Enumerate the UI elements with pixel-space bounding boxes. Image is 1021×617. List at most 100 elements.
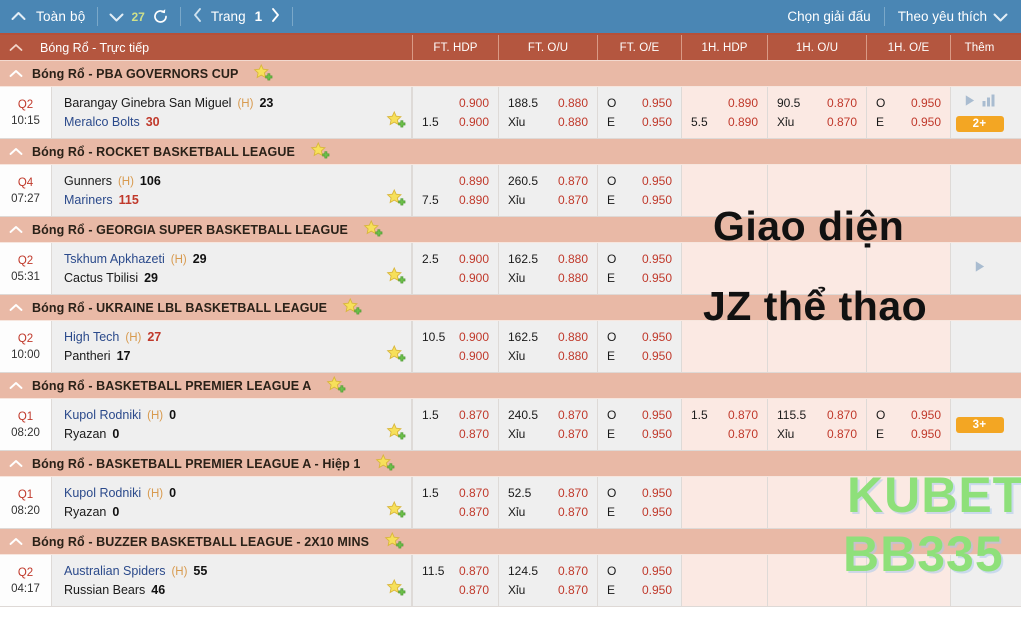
all-sports-label[interactable]: Toàn bộ: [36, 9, 97, 24]
odds-1h-oe[interactable]: O 0.950 E 0.950: [866, 87, 950, 138]
odds-line-bottom[interactable]: E 0.950: [876, 115, 941, 129]
odds-line-bottom[interactable]: Xỉu 0.880: [508, 349, 588, 363]
home-team-line[interactable]: Australian Spiders (H) 55: [64, 564, 380, 578]
odds-line-top[interactable]: O 0.950: [607, 408, 672, 422]
away-team-line[interactable]: Ryazan 0: [64, 505, 380, 519]
add-favorite-star-icon[interactable]: [374, 453, 396, 474]
odds-1h-ou[interactable]: 90.5 0.870 Xỉu 0.870: [767, 87, 866, 138]
odds-ft-hdp[interactable]: 1.5 0.870 0.870: [412, 399, 498, 450]
chevron-up-icon[interactable]: [0, 35, 32, 60]
chevron-up-icon[interactable]: [0, 10, 36, 23]
chevron-down-icon[interactable]: [109, 12, 124, 22]
add-favorite-star-icon[interactable]: [309, 141, 331, 162]
odds-line-top[interactable]: 1.5 0.870: [422, 408, 489, 422]
odds-1h-hdp[interactable]: 0.890 5.5 0.890: [681, 87, 767, 138]
home-team-line[interactable]: Tskhum Apkhazeti (H) 29: [64, 252, 380, 266]
add-favorite-star-icon[interactable]: [362, 219, 384, 240]
odds-line-top[interactable]: 115.5 0.870: [777, 408, 857, 422]
odds-line-top[interactable]: 188.5 0.880: [508, 96, 588, 110]
column-ft-ou[interactable]: FT. O/U: [498, 35, 597, 60]
league-header-row[interactable]: Bóng Rổ - PBA GOVERNORS CUP: [0, 61, 1021, 87]
odds-1h-hdp[interactable]: [681, 243, 767, 294]
away-team-line[interactable]: Ryazan 0: [64, 427, 380, 441]
odds-1h-ou[interactable]: [767, 555, 866, 606]
odds-ft-hdp[interactable]: 10.5 0.900 0.900: [412, 321, 498, 372]
odds-line-top[interactable]: 260.5 0.870: [508, 174, 588, 188]
chevron-up-icon[interactable]: [0, 225, 32, 234]
odds-ft-oe[interactable]: O 0.950 E 0.950: [597, 321, 681, 372]
odds-1h-ou[interactable]: [767, 477, 866, 528]
odds-line-bottom[interactable]: 5.5 0.890: [691, 115, 758, 129]
league-header-row[interactable]: Bóng Rổ - BASKETBALL PREMIER LEAGUE A: [0, 373, 1021, 399]
chevron-up-icon[interactable]: [0, 459, 32, 468]
odds-ft-hdp[interactable]: 11.5 0.870 0.870: [412, 555, 498, 606]
play-icon[interactable]: [963, 94, 976, 112]
odds-ft-oe[interactable]: O 0.950 E 0.950: [597, 399, 681, 450]
bar-chart-icon[interactable]: [982, 94, 996, 112]
odds-line-bottom[interactable]: Xỉu 0.870: [508, 193, 588, 207]
chevron-up-icon[interactable]: [0, 147, 32, 156]
chevron-down-icon[interactable]: [993, 12, 1008, 22]
add-favorite-star-icon[interactable]: [252, 63, 274, 84]
league-header-row[interactable]: Bóng Rổ - UKRAINE LBL BASKETBALL LEAGUE: [0, 295, 1021, 321]
league-header-row[interactable]: Bóng Rổ - BUZZER BASKETBALL LEAGUE - 2X1…: [0, 529, 1021, 555]
odds-line-top[interactable]: 240.5 0.870: [508, 408, 588, 422]
odds-1h-oe[interactable]: [866, 165, 950, 216]
odds-1h-oe[interactable]: [866, 477, 950, 528]
odds-line-top[interactable]: 0.900: [422, 96, 489, 110]
odds-line-bottom[interactable]: Xỉu 0.870: [508, 583, 588, 597]
chevron-up-icon[interactable]: [0, 381, 32, 390]
odds-line-bottom[interactable]: Xỉu 0.870: [777, 115, 857, 129]
play-icon[interactable]: [973, 260, 986, 278]
chevron-right-icon[interactable]: [271, 8, 280, 25]
odds-line-bottom[interactable]: E 0.950: [876, 427, 941, 441]
column-ft-hdp[interactable]: FT. HDP: [412, 35, 498, 60]
column-more[interactable]: Thêm: [950, 35, 1008, 60]
odds-line-bottom[interactable]: Xỉu 0.880: [508, 115, 588, 129]
add-favorite-star-icon[interactable]: [383, 531, 405, 552]
odds-line-bottom[interactable]: 7.5 0.890: [422, 193, 489, 207]
odds-ft-hdp[interactable]: 0.890 7.5 0.890: [412, 165, 498, 216]
column-1h-oe[interactable]: 1H. O/E: [866, 35, 950, 60]
odds-line-top[interactable]: 0.890: [691, 96, 758, 110]
odds-line-bottom[interactable]: 0.870: [422, 427, 489, 441]
odds-line-top[interactable]: 1.5 0.870: [422, 486, 489, 500]
odds-ft-ou[interactable]: 162.5 0.880 Xỉu 0.880: [498, 243, 597, 294]
odds-line-top[interactable]: 124.5 0.870: [508, 564, 588, 578]
away-team-line[interactable]: Cactus Tbilisi 29: [64, 271, 380, 285]
column-1h-hdp[interactable]: 1H. HDP: [681, 35, 767, 60]
odds-1h-oe[interactable]: [866, 243, 950, 294]
odds-1h-hdp[interactable]: [681, 321, 767, 372]
odds-line-bottom[interactable]: E 0.950: [607, 583, 672, 597]
odds-ft-ou[interactable]: 188.5 0.880 Xỉu 0.880: [498, 87, 597, 138]
odds-ft-oe[interactable]: O 0.950 E 0.950: [597, 477, 681, 528]
odds-ft-oe[interactable]: O 0.950 E 0.950: [597, 243, 681, 294]
select-league-button[interactable]: Chọn giải đấu: [774, 9, 883, 24]
odds-line-bottom[interactable]: 0.870: [691, 427, 758, 441]
odds-line-top[interactable]: O 0.950: [607, 486, 672, 500]
chevron-up-icon[interactable]: [0, 69, 32, 78]
odds-line-top[interactable]: O 0.950: [876, 96, 941, 110]
odds-line-top[interactable]: 10.5 0.900: [422, 330, 489, 344]
home-team-line[interactable]: Kupol Rodniki (H) 0: [64, 486, 380, 500]
home-team-line[interactable]: High Tech (H) 27: [64, 330, 380, 344]
odds-1h-hdp[interactable]: [681, 165, 767, 216]
add-favorite-star-icon[interactable]: [380, 243, 412, 294]
odds-ft-ou[interactable]: 240.5 0.870 Xỉu 0.870: [498, 399, 597, 450]
odds-line-top[interactable]: O 0.950: [607, 330, 672, 344]
chevron-up-icon[interactable]: [0, 537, 32, 546]
odds-ft-ou[interactable]: 162.5 0.880 Xỉu 0.880: [498, 321, 597, 372]
odds-line-top[interactable]: 162.5 0.880: [508, 252, 588, 266]
more-markets-badge[interactable]: 3+: [955, 416, 1004, 433]
away-team-line[interactable]: Mariners 115: [64, 193, 380, 207]
odds-line-bottom[interactable]: E 0.950: [607, 193, 672, 207]
odds-ft-ou[interactable]: 52.5 0.870 Xỉu 0.870: [498, 477, 597, 528]
odds-1h-hdp[interactable]: [681, 477, 767, 528]
chevron-left-icon[interactable]: [193, 8, 202, 25]
odds-1h-oe[interactable]: [866, 555, 950, 606]
odds-line-bottom[interactable]: Xỉu 0.870: [508, 427, 588, 441]
odds-1h-ou[interactable]: [767, 321, 866, 372]
add-favorite-star-icon[interactable]: [380, 555, 412, 606]
odds-line-bottom[interactable]: 0.870: [422, 583, 489, 597]
odds-line-bottom[interactable]: 0.870: [422, 505, 489, 519]
